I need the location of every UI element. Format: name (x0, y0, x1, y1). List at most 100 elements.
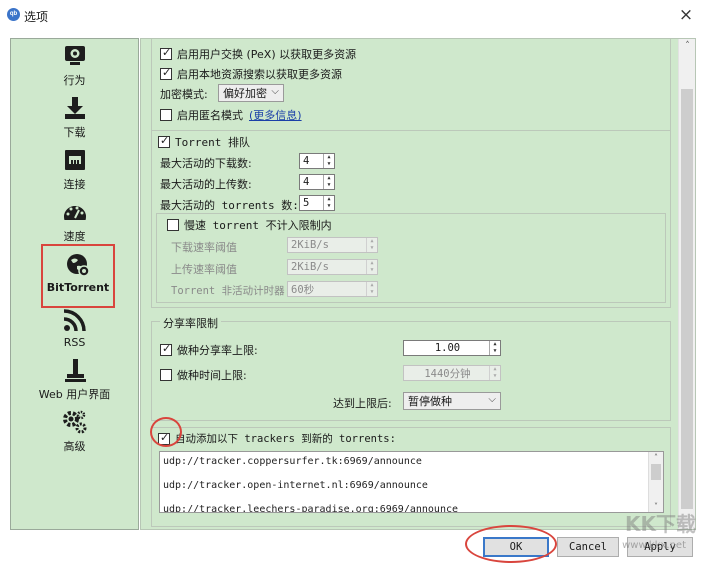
sidebar-item-label: BitTorrent (46, 281, 110, 294)
ratio-option[interactable]: 做种分享率上限: (160, 342, 258, 358)
speed-icon (62, 206, 87, 225)
pex-option[interactable]: 启用用户交换 (PeX) 以获取更多资源 (160, 46, 356, 62)
web-ui-icon (64, 359, 86, 382)
sidebar-item-label: 速度 (63, 230, 86, 243)
sidebar-item-speed[interactable]: 速度 (11, 199, 138, 244)
rss-icon (63, 309, 86, 332)
auto-trackers-label: 自动添加以下 trackers 到新的 torrents: (175, 433, 396, 445)
spinner-arrows-icon[interactable]: ▲ ▼ (366, 260, 377, 274)
sidebar-item-label: 连接 (63, 178, 86, 191)
sidebar-item-label: 高级 (63, 440, 86, 453)
sidebar-item-bittorrent[interactable]: BitTorrent (41, 244, 115, 308)
max-uploads-row: 最大活动的上传数: (160, 176, 252, 192)
limit-action-select[interactable]: 暂停做种 ⌵ (403, 392, 501, 410)
advanced-icon (62, 410, 86, 434)
tracker-line: udp://tracker.open-internet.nl:6969/anno… (163, 480, 428, 491)
cancel-button[interactable]: Cancel (557, 537, 619, 557)
scroll-up-icon[interactable]: ˄ (679, 41, 695, 51)
queue-checkbox[interactable] (158, 134, 170, 148)
encryption-select[interactable]: 偏好加密 ⌵ (218, 84, 284, 102)
chevron-down-icon: ⌵ (488, 394, 496, 405)
max-uploads-label: 最大活动的上传数: (160, 178, 252, 191)
sidebar-item-advanced[interactable]: 高级 (11, 409, 138, 454)
spinner-arrows-icon[interactable]: ▲ ▼ (366, 282, 377, 296)
dl-threshold-spinbox[interactable]: 2KiB/s ▲ ▼ (287, 237, 378, 253)
spinner-arrows-icon[interactable]: ▲ ▼ (323, 154, 334, 168)
slow-torrents-option[interactable]: 慢速 torrent 不计入限制内 (167, 217, 336, 233)
encryption-label: 加密模式: (160, 88, 208, 101)
lsd-option[interactable]: 启用本地资源搜索以获取更多资源 (160, 66, 342, 82)
spinner-arrows-icon[interactable]: ▲ ▼ (323, 196, 334, 210)
encryption-value: 偏好加密 (223, 87, 267, 100)
dl-threshold-label: 下载速率阈值 (171, 241, 237, 254)
max-downloads-value: 4 (303, 155, 310, 167)
ul-threshold-spinbox[interactable]: 2KiB/s ▲ ▼ (287, 259, 378, 275)
chevron-down-icon: ⌵ (271, 86, 279, 97)
sidebar-item-behavior[interactable]: 行为 (11, 43, 138, 88)
queue-option[interactable]: Torrent 排队 (158, 134, 254, 150)
seed-time-option[interactable]: 做种时间上限: (160, 367, 247, 383)
dl-threshold-value: 2KiB/s (291, 239, 329, 251)
limit-action-value: 暂停做种 (408, 395, 452, 408)
tracker-line: udp://tracker.leechers-paradise.org:6969… (163, 504, 459, 513)
ul-threshold-row: 上传速率阈值 (171, 261, 237, 277)
sidebar-item-download[interactable]: 下载 (11, 95, 138, 140)
trackers-textarea[interactable]: udp://tracker.coppersurfer.tk:6969/annou… (159, 451, 664, 513)
sidebar-item-web-ui[interactable]: Web 用户界面 (11, 357, 138, 402)
scroll-thumb[interactable] (681, 89, 693, 509)
spinner-arrows-icon[interactable]: ▲ ▼ (489, 341, 500, 355)
max-torrents-spinbox[interactable]: 5 ▲ ▼ (299, 195, 335, 211)
scroll-up-icon[interactable]: ˄ (649, 453, 663, 462)
bittorrent-settings-panel: 启用用户交换 (PeX) 以获取更多资源 启用本地资源搜索以获取更多资源 加密模… (140, 38, 696, 530)
sidebar-item-label: 下载 (63, 126, 86, 139)
pex-label: 启用用户交换 (PeX) 以获取更多资源 (177, 48, 357, 61)
inactive-timer-row: Torrent 非活动计时器 (171, 283, 285, 298)
inactive-timer-spinbox[interactable]: 60秒 ▲ ▼ (287, 281, 378, 297)
privacy-group: 启用用户交换 (PeX) 以获取更多资源 启用本地资源搜索以获取更多资源 加密模… (151, 39, 671, 141)
behavior-icon (64, 46, 85, 65)
seed-time-checkbox[interactable] (160, 369, 172, 381)
max-torrents-value: 5 (303, 197, 310, 209)
share-limit-group: 分享率限制 做种分享率上限: 1.00 ▲▼ 做种时间上限: 1440分钟 ▲▼… (151, 315, 671, 421)
seed-time-spinbox[interactable]: 1440分钟 ▲ ▼ (403, 365, 501, 381)
watermark-logo: KK下载 (625, 512, 696, 536)
max-downloads-label: 最大活动的下载数: (160, 157, 252, 170)
torrent-queue-group: Torrent 排队 最大活动的下载数: 4 ▲▼ 最大活动的上传数: 4 ▲▼… (151, 130, 671, 308)
anon-option[interactable]: 启用匿名模式 (更多信息) (160, 107, 302, 123)
pex-checkbox[interactable] (160, 46, 172, 60)
spinner-arrows-icon[interactable]: ▲ ▼ (489, 366, 500, 380)
trackers-scrollbar[interactable]: ˄ ˅ (648, 452, 663, 512)
dl-threshold-row: 下载速率阈值 (171, 239, 237, 255)
app-icon: qb (7, 8, 20, 21)
spinner-arrows-icon[interactable]: ▲ ▼ (323, 175, 334, 189)
share-limit-label: 分享率限制 (163, 317, 218, 330)
window-title: 选项 (24, 10, 49, 24)
slow-torrents-checkbox[interactable] (167, 219, 179, 231)
max-uploads-value: 4 (303, 176, 310, 188)
anon-label: 启用匿名模式 (177, 109, 243, 122)
ratio-checkbox[interactable] (160, 342, 172, 356)
ul-threshold-label: 上传速率阈值 (171, 263, 237, 276)
sidebar-item-label: Web 用户界面 (38, 388, 111, 401)
sidebar-item-rss[interactable]: RSS (11, 307, 138, 349)
limit-action-label: 达到上限后: (333, 397, 392, 410)
sidebar-item-connection[interactable]: 连接 (11, 147, 138, 192)
auto-trackers-option[interactable]: 自动添加以下 trackers 到新的 torrents: (158, 431, 400, 446)
anon-checkbox[interactable] (160, 109, 172, 121)
max-uploads-spinbox[interactable]: 4 ▲ ▼ (299, 174, 335, 190)
spinner-arrows-icon[interactable]: ▲ ▼ (366, 238, 377, 252)
max-downloads-row: 最大活动的下载数: (160, 155, 252, 171)
share-limit-title: 分享率限制 (160, 315, 221, 331)
close-button[interactable]: × (676, 5, 696, 25)
max-downloads-spinbox[interactable]: 4 ▲ ▼ (299, 153, 335, 169)
lsd-checkbox[interactable] (160, 66, 172, 80)
panel-scrollbar[interactable]: ˄ (678, 39, 695, 529)
max-torrents-row: 最大活动的 torrents 数: (160, 197, 299, 213)
highlight-circle (150, 417, 182, 447)
ratio-spinbox[interactable]: 1.00 ▲ ▼ (403, 340, 501, 356)
more-info-link[interactable]: (更多信息) (249, 107, 302, 123)
sidebar-item-label: RSS (63, 336, 86, 349)
seed-time-label: 做种时间上限: (177, 369, 247, 382)
title-bar: qb 选项 × (0, 0, 704, 30)
scroll-thumb[interactable] (651, 464, 661, 480)
